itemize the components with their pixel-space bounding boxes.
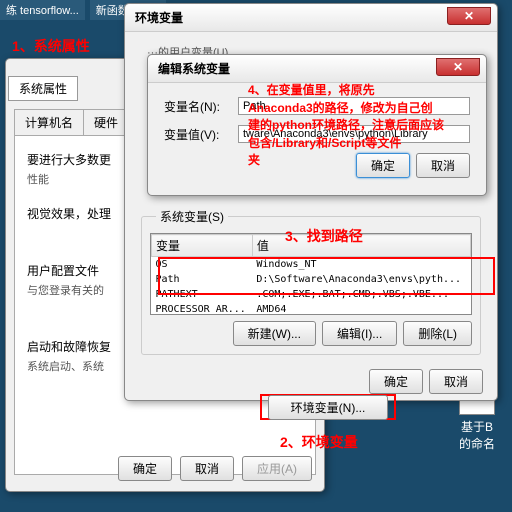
annotation-4: 4、在变量值里，将原先 Anaconda3的路径，修改为自己创 建的python…	[248, 81, 503, 169]
title-text: 编辑系统变量	[158, 62, 230, 76]
table-row[interactable]: OSWindows_NT	[152, 257, 471, 273]
taskbar-item[interactable]: 练 tensorflow...	[0, 0, 85, 20]
table-row[interactable]: PATHEXT.COM;.EXE;.BAT;.CMD;.VBS;.VBE...	[152, 287, 471, 302]
var-name-label: 变量名(N):	[164, 98, 238, 115]
tab-hardware[interactable]: 硬件	[83, 109, 129, 135]
ok-button[interactable]: 确定	[118, 456, 172, 481]
env-vars-button[interactable]: 环境变量(N)...	[268, 395, 388, 420]
annotation-1: 1、系统属性	[12, 36, 90, 56]
close-icon[interactable]: ✕	[447, 7, 491, 25]
var-value-label: 变量值(V):	[164, 126, 238, 143]
tab-computer-name[interactable]: 计算机名	[14, 109, 84, 135]
col-variable[interactable]: 变量	[152, 235, 253, 257]
cancel-button[interactable]: 取消	[429, 369, 483, 394]
sys-vars-label: 系统变量(S)	[156, 208, 228, 225]
icon-sublabel: 的命名	[452, 435, 502, 452]
table-row[interactable]: PROCESSOR_AR...AMD64	[152, 302, 471, 315]
cancel-button[interactable]: 取消	[180, 456, 234, 481]
sysprops-tab-highlight: 系统属性	[8, 76, 78, 101]
ok-button[interactable]: 确定	[369, 369, 423, 394]
window-title: 环境变量 ✕	[125, 4, 497, 32]
window-title: 编辑系统变量 ✕	[148, 55, 486, 83]
apply-button[interactable]: 应用(A)	[242, 456, 312, 481]
new-button[interactable]: 新建(W)...	[233, 321, 316, 346]
table-row[interactable]: PathD:\Software\Anaconda3\envs\pyth...	[152, 272, 471, 287]
close-icon[interactable]: ✕	[436, 58, 480, 76]
delete-button[interactable]: 删除(L)	[403, 321, 472, 346]
edit-button[interactable]: 编辑(I)...	[322, 321, 397, 346]
title-text: 环境变量	[135, 11, 183, 25]
annotation-3: 3、找到路径	[285, 226, 363, 246]
icon-label: 基于B	[452, 418, 502, 435]
env-vars-button-highlight: 环境变量(N)...	[260, 394, 396, 420]
annotation-2: 2、环境变量	[280, 432, 358, 452]
